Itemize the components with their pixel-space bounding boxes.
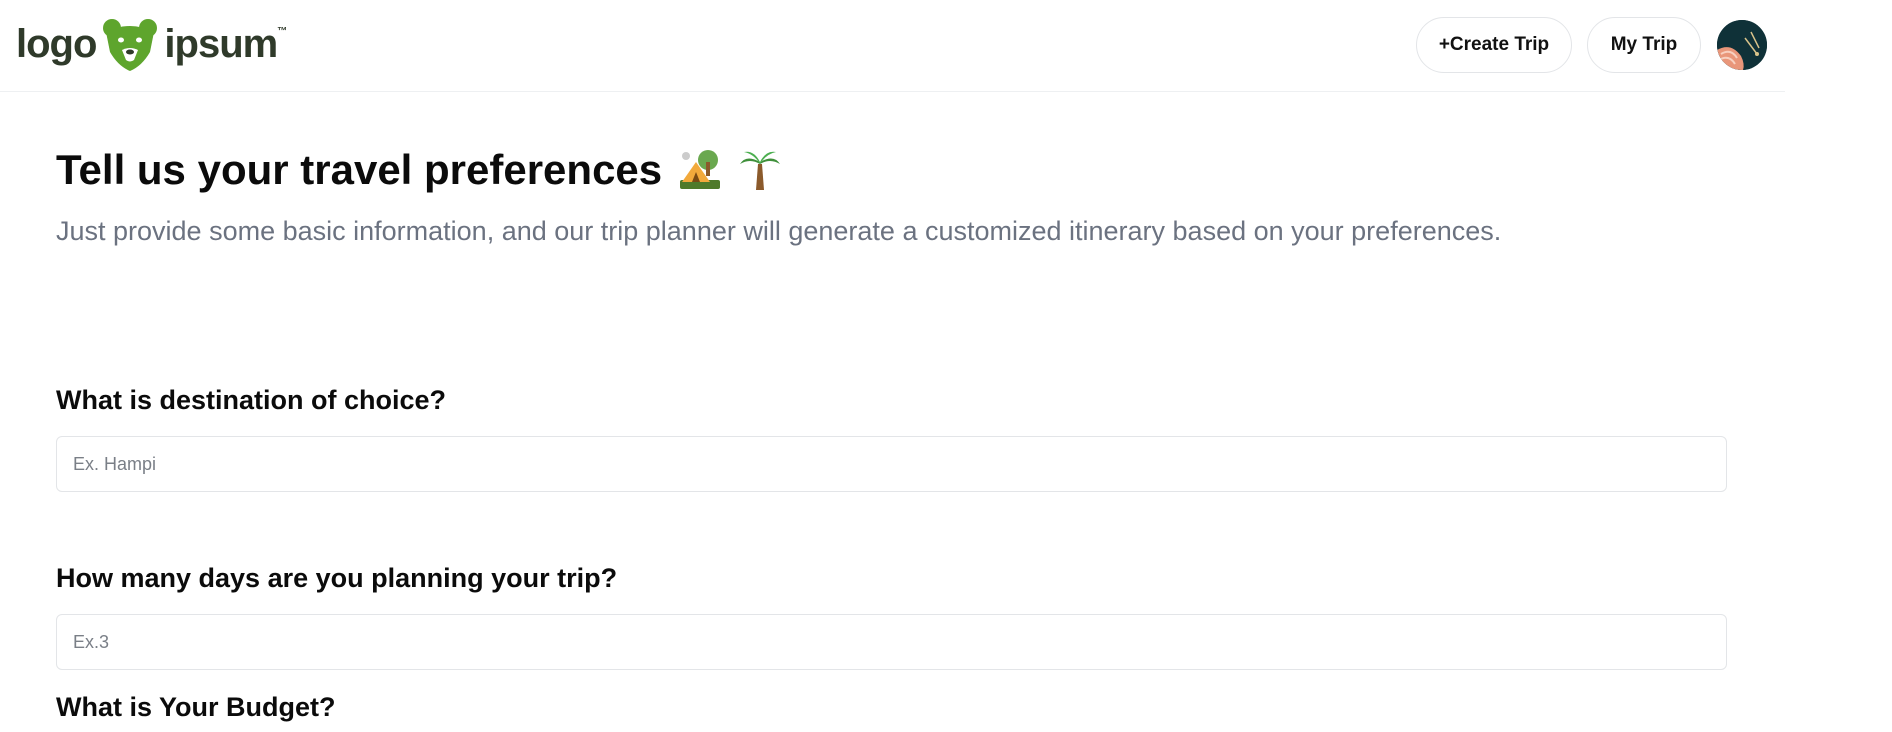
- page-title-text: Tell us your travel preferences: [56, 146, 663, 193]
- trademark-mark: ™: [277, 26, 288, 37]
- brand-logo[interactable]: logo ipsum ™: [16, 14, 287, 74]
- days-input[interactable]: [56, 614, 1727, 670]
- create-trip-button[interactable]: +Create Trip: [1416, 17, 1572, 73]
- top-navbar: logo ipsum ™ +Create Trip My Trip: [0, 0, 1785, 92]
- logo-text-left: logo: [16, 22, 97, 66]
- camping-tent-icon: [680, 150, 721, 189]
- days-label: How many days are you planning your trip…: [56, 563, 618, 593]
- my-trip-button[interactable]: My Trip: [1587, 17, 1701, 73]
- page-title: Tell us your travel preferences: [56, 146, 782, 194]
- user-avatar-icon[interactable]: [1717, 20, 1767, 70]
- destination-label: What is destination of choice?: [56, 385, 447, 415]
- destination-input[interactable]: [56, 436, 1727, 492]
- bear-head-icon: [103, 19, 158, 71]
- budget-label: What is Your Budget?: [56, 692, 336, 722]
- page-subtitle: Just provide some basic information, and…: [56, 216, 1502, 246]
- logo-text-right: ipsum: [164, 22, 278, 66]
- palm-tree-icon: [740, 151, 781, 190]
